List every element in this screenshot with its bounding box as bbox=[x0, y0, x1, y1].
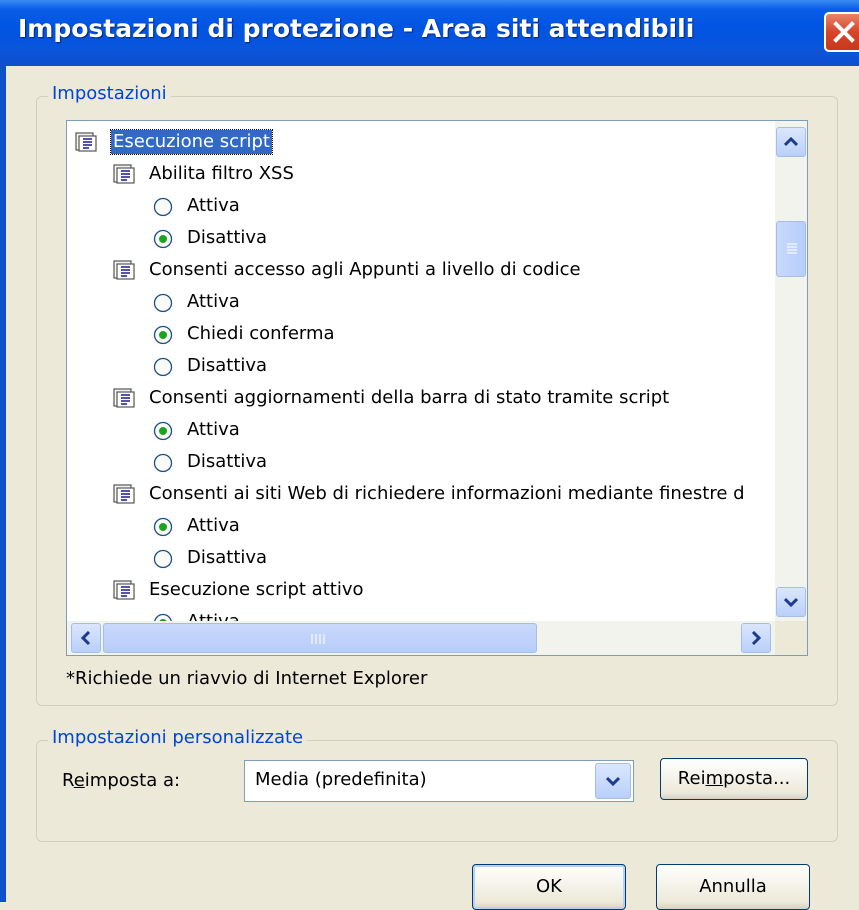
cancel-button-label: Annulla bbox=[699, 876, 767, 897]
scroll-up-button[interactable] bbox=[776, 127, 806, 157]
reset-to-label-part: R bbox=[62, 770, 74, 791]
reset-to-label-accesskey: e bbox=[73, 770, 85, 791]
tree-option-label: Attiva bbox=[187, 195, 240, 216]
vertical-scrollbar[interactable] bbox=[775, 121, 807, 621]
close-icon bbox=[833, 21, 855, 43]
horizontal-scroll-thumb[interactable] bbox=[103, 623, 537, 653]
tree-category-label: Esecuzione script bbox=[110, 129, 273, 155]
tree-category-row[interactable]: Esecuzione script attivo bbox=[67, 575, 775, 605]
tree-category-label: Consenti ai siti Web di richiedere infor… bbox=[149, 483, 745, 504]
dropdown-arrow-button[interactable] bbox=[595, 763, 631, 799]
horizontal-scrollbar[interactable] bbox=[67, 621, 775, 655]
tree-category-label: Consenti aggiornamenti della barra di st… bbox=[149, 387, 670, 408]
scroll-down-button[interactable] bbox=[776, 587, 806, 617]
tree-option-row[interactable]: Attiva bbox=[67, 511, 775, 541]
chevron-down-icon bbox=[606, 776, 620, 786]
settings-listbox[interactable]: Esecuzione script Abilita filtro XSS Attiv… bbox=[66, 120, 808, 656]
tree-option-row[interactable]: Attiva bbox=[67, 607, 775, 621]
tree-option-label: Attiva bbox=[187, 515, 240, 536]
tree-option-row[interactable]: Attiva bbox=[67, 415, 775, 445]
reset-to-label-part: imposta a: bbox=[84, 770, 181, 791]
tree-option-row[interactable]: Disattiva bbox=[67, 351, 775, 381]
scroll-left-button[interactable] bbox=[71, 623, 101, 653]
grip-icon bbox=[311, 634, 325, 644]
reset-button-accesskey: m bbox=[705, 768, 724, 789]
scrollbar-corner bbox=[775, 621, 807, 655]
tree-option-label: Attiva bbox=[187, 291, 240, 312]
settings-group-legend: Impostazioni bbox=[48, 83, 171, 104]
window-title: Impostazioni di protezione - Area siti a… bbox=[18, 14, 695, 43]
tree-category-label: Abilita filtro XSS bbox=[149, 163, 294, 184]
tree-option-label: Attiva bbox=[187, 607, 240, 621]
chevron-left-icon bbox=[81, 631, 91, 645]
reset-button[interactable]: Reimposta... bbox=[660, 758, 808, 800]
tree-option-label: Disattiva bbox=[187, 547, 268, 568]
tree-category-label: Consenti accesso agli Appunti a livello … bbox=[149, 259, 581, 280]
reset-level-dropdown[interactable]: Media (predefinita) bbox=[244, 760, 634, 802]
cancel-button[interactable]: Annulla bbox=[656, 864, 810, 910]
tree-option-row[interactable]: Disattiva bbox=[67, 447, 775, 477]
tree-option-row[interactable]: Chiedi conferma bbox=[67, 319, 775, 349]
tree-option-label: Disattiva bbox=[187, 355, 268, 376]
chevron-down-icon bbox=[784, 597, 798, 607]
settings-tree[interactable]: Esecuzione script Abilita filtro XSS Attiv… bbox=[67, 121, 775, 621]
grip-icon bbox=[787, 243, 797, 254]
tree-category-label: Esecuzione script attivo bbox=[149, 579, 364, 600]
reset-level-value: Media (predefinita) bbox=[255, 769, 427, 790]
tree-option-label: Attiva bbox=[187, 419, 240, 440]
chevron-up-icon bbox=[784, 137, 798, 147]
reset-button-label-part: Rei bbox=[677, 768, 706, 789]
tree-option-label: Disattiva bbox=[187, 227, 268, 248]
chevron-right-icon bbox=[751, 631, 761, 645]
tree-option-label: Chiedi conferma bbox=[187, 323, 335, 344]
tree-option-row[interactable]: Disattiva bbox=[67, 543, 775, 573]
restart-note: *Richiede un riavvio di Internet Explore… bbox=[66, 668, 428, 689]
tree-category-row[interactable]: Esecuzione script bbox=[67, 127, 775, 157]
tree-option-row[interactable]: Attiva bbox=[67, 287, 775, 317]
ok-button-label: OK bbox=[536, 876, 562, 897]
title-bar[interactable]: Impostazioni di protezione - Area siti a… bbox=[0, 0, 859, 66]
custom-settings-group-legend: Impostazioni personalizzate bbox=[48, 727, 308, 748]
tree-category-row[interactable]: Consenti aggiornamenti della barra di st… bbox=[67, 383, 775, 413]
tree-option-row[interactable]: Disattiva bbox=[67, 223, 775, 253]
tree-option-row[interactable]: Attiva bbox=[67, 191, 775, 221]
tree-category-row[interactable]: Abilita filtro XSS bbox=[67, 159, 775, 189]
tree-category-row[interactable]: Consenti accesso agli Appunti a livello … bbox=[67, 255, 775, 285]
scroll-right-button[interactable] bbox=[741, 623, 771, 653]
reset-to-label: Reimposta a: bbox=[62, 770, 180, 791]
window-frame-left bbox=[0, 66, 6, 902]
tree-option-label: Disattiva bbox=[187, 451, 268, 472]
tree-category-row[interactable]: Consenti ai siti Web di richiedere infor… bbox=[67, 479, 775, 509]
radio-checked-icon[interactable] bbox=[153, 613, 173, 621]
close-button[interactable] bbox=[824, 12, 859, 52]
ok-button[interactable]: OK bbox=[472, 864, 626, 910]
reset-button-label-part: posta... bbox=[723, 768, 791, 789]
vertical-scroll-thumb[interactable] bbox=[776, 221, 806, 277]
